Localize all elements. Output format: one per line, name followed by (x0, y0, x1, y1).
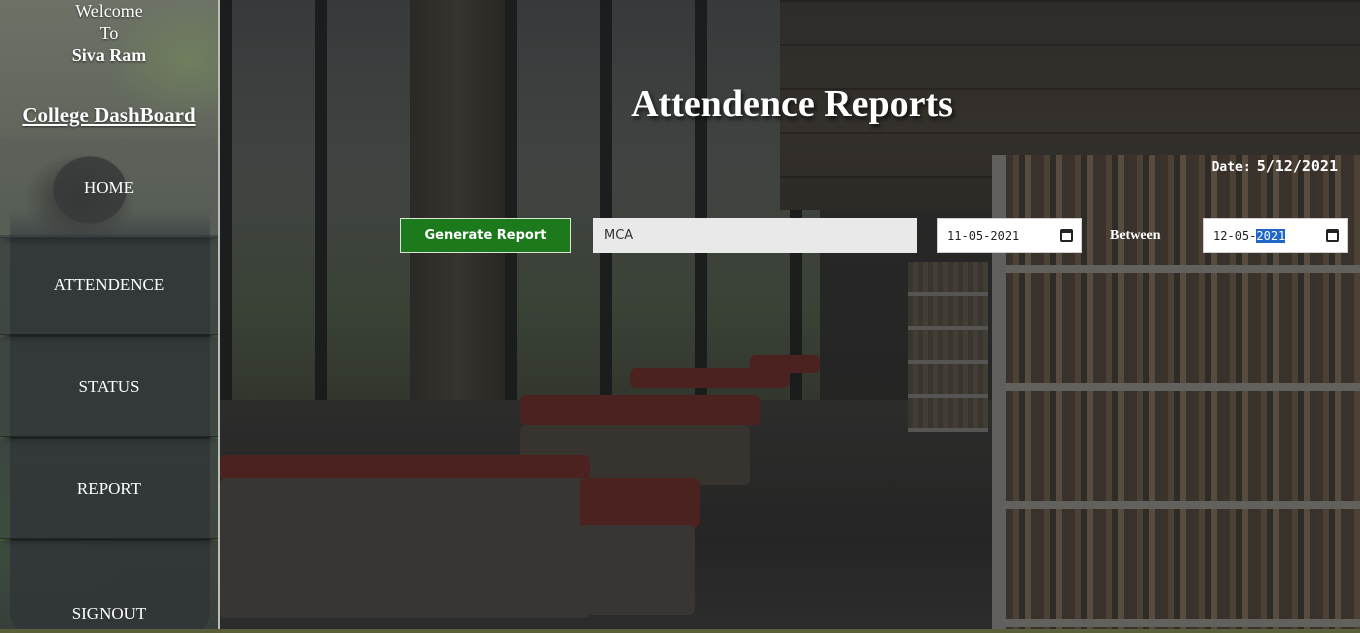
generate-report-button[interactable]: Generate Report (400, 218, 571, 253)
calendar-icon[interactable] (1060, 229, 1073, 242)
to-date-text: 12-05-2021 (1213, 228, 1286, 243)
department-input[interactable] (593, 218, 917, 253)
nav-item-label: HOME (83, 177, 135, 197)
nav-item-label: STATUS (78, 376, 140, 396)
current-date: Date: 5/12/2021 (1212, 157, 1338, 175)
nav-item-label: REPORT (76, 478, 142, 498)
calendar-icon[interactable] (1326, 229, 1339, 242)
date-label: Date: (1211, 160, 1251, 175)
welcome-message: Welcome To Siva Ram (0, 0, 218, 66)
from-date-text: 11-05-2021 (947, 228, 1020, 243)
to-date-input[interactable]: 12-05-2021 (1203, 218, 1348, 253)
user-name: Siva Ram (71, 45, 147, 65)
main-content: Attendence Reports Date: 5/12/2021 Gener… (220, 0, 1360, 633)
bottom-strip (0, 629, 1360, 633)
between-label: Between (1110, 228, 1161, 243)
nav-item-signout[interactable]: SIGNOUT (0, 541, 218, 633)
sidebar: Welcome To Siva Ram College DashBoard HO… (0, 0, 220, 633)
from-date-input[interactable]: 11-05-2021 (937, 218, 1082, 253)
nav-item-status[interactable]: STATUS (0, 337, 218, 437)
date-value: 5/12/2021 (1256, 157, 1338, 175)
welcome-to: To (99, 23, 119, 43)
nav-item-attendence[interactable]: ATTENDENCE (0, 235, 218, 335)
page-title: Attendence Reports (631, 83, 953, 125)
welcome-line: Welcome (75, 1, 143, 21)
nav-item-label: SIGNOUT (71, 604, 147, 623)
nav-item-report[interactable]: REPORT (0, 439, 218, 539)
nav-item-home[interactable]: HOME (0, 138, 218, 238)
nav-item-label: ATTENDENCE (53, 274, 165, 294)
dashboard-title[interactable]: College DashBoard (0, 103, 218, 128)
